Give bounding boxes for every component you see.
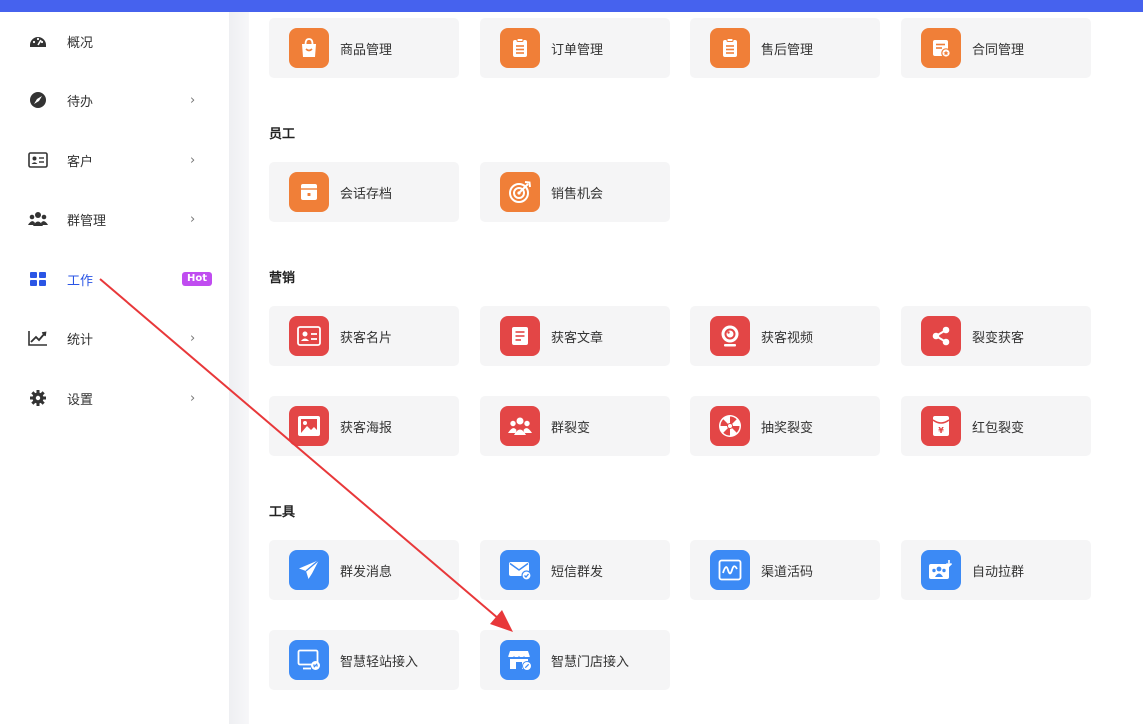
card-label: 自动拉群 (972, 564, 1025, 580)
prize-wheel-icon (710, 406, 750, 446)
card-aftersale-management[interactable]: 售后管理 (690, 18, 880, 78)
card-mass-message[interactable]: 群发消息 (269, 540, 459, 600)
card-label: 短信群发 (551, 564, 604, 580)
contact-card-icon (28, 150, 48, 170)
card-label: 获客视频 (761, 330, 814, 346)
chevron-right-icon: › (190, 330, 196, 346)
chevron-right-icon: › (190, 152, 196, 168)
card-sms-broadcast[interactable]: 短信群发 (480, 540, 670, 600)
sidebar-item-customers[interactable]: 客户 › (0, 140, 229, 180)
hot-badge: Hot (182, 272, 213, 286)
card-smart-store-access[interactable]: 智慧门店接入 (480, 630, 670, 690)
card-label: 售后管理 (761, 42, 814, 58)
card-label: 获客文章 (551, 330, 604, 346)
card-customer-poster[interactable]: 获客海报 (269, 396, 459, 456)
sidebar-item-group-management[interactable]: 群管理 › (0, 199, 229, 239)
card-label: 合同管理 (972, 42, 1025, 58)
dashboard-gauge-icon (28, 31, 48, 51)
sidebar-item-settings[interactable]: 设置 › (0, 378, 229, 418)
card-label: 销售机会 (551, 186, 604, 202)
target-icon (500, 172, 540, 212)
sidebar-item-label: 群管理 (67, 213, 107, 229)
card-order-management[interactable]: 订单管理 (480, 18, 670, 78)
storefront-icon (500, 640, 540, 680)
main-content (249, 12, 1143, 724)
card-lottery-fission[interactable]: 抽奖裂变 (690, 396, 880, 456)
svg-text:¥: ¥ (938, 426, 944, 435)
card-label: 抽奖裂变 (761, 420, 814, 436)
wave-code-icon (710, 550, 750, 590)
shopping-bag-icon (289, 28, 329, 68)
group-people-icon (500, 406, 540, 446)
sidebar-item-work[interactable]: 工作 Hot (0, 259, 229, 299)
card-label: 智慧门店接入 (551, 654, 630, 670)
card-red-packet-fission[interactable]: ¥ 红包裂变 (901, 396, 1091, 456)
card-label: 会话存档 (340, 186, 393, 202)
group-people-icon (28, 209, 48, 229)
sidebar-item-todo[interactable]: 待办 › (0, 80, 229, 120)
grid-apps-icon (28, 269, 48, 289)
clipboard-icon (710, 28, 750, 68)
card-label: 获客名片 (340, 330, 393, 346)
card-label: 获客海报 (340, 420, 393, 436)
webcam-icon (710, 316, 750, 356)
sidebar-item-overview[interactable]: 概况 (0, 21, 229, 61)
article-document-icon (500, 316, 540, 356)
sidebar-shadow (229, 12, 249, 724)
gear-icon (28, 388, 48, 408)
card-smart-site-access[interactable]: 智慧轻站接入 (269, 630, 459, 690)
card-sales-opportunity[interactable]: 销售机会 (480, 162, 670, 222)
business-card-icon (289, 316, 329, 356)
paper-plane-icon (289, 550, 329, 590)
chevron-right-icon: › (190, 92, 196, 108)
sidebar-item-statistics[interactable]: 统计 › (0, 318, 229, 358)
chevron-right-icon: › (190, 211, 196, 227)
card-customer-article[interactable]: 获客文章 (480, 306, 670, 366)
sidebar-item-label: 工作 (67, 273, 94, 289)
section-title-tools: 工具 (269, 505, 296, 520)
card-contract-management[interactable]: 合同管理 (901, 18, 1091, 78)
contract-document-icon (921, 28, 961, 68)
share-icon (921, 316, 961, 356)
card-label: 订单管理 (551, 42, 604, 58)
top-bar (0, 0, 1143, 12)
chevron-right-icon: › (190, 390, 196, 406)
clipboard-icon (500, 28, 540, 68)
archive-box-icon (289, 172, 329, 212)
sidebar-item-label: 待办 (67, 94, 94, 110)
card-label: 商品管理 (340, 42, 393, 58)
card-auto-group-invite[interactable]: 自动拉群 (901, 540, 1091, 600)
line-chart-icon (28, 328, 48, 348)
card-group-fission[interactable]: 群裂变 (480, 396, 670, 456)
card-label: 红包裂变 (972, 420, 1025, 436)
card-label: 裂变获客 (972, 330, 1025, 346)
card-customer-video[interactable]: 获客视频 (690, 306, 880, 366)
section-title-marketing: 营销 (269, 271, 296, 286)
monitor-link-icon (289, 640, 329, 680)
card-fission-acquisition[interactable]: 裂变获客 (901, 306, 1091, 366)
compass-icon (28, 90, 48, 110)
card-label: 群发消息 (340, 564, 393, 580)
sidebar-item-label: 客户 (67, 154, 94, 170)
card-label: 智慧轻站接入 (340, 654, 419, 670)
sidebar-item-label: 统计 (67, 332, 94, 348)
envelope-icon (500, 550, 540, 590)
section-title-staff: 员工 (269, 127, 296, 142)
red-packet-icon: ¥ (921, 406, 961, 446)
sidebar-item-label: 设置 (67, 392, 94, 408)
card-customer-card[interactable]: 获客名片 (269, 306, 459, 366)
card-chat-archive[interactable]: 会话存档 (269, 162, 459, 222)
image-poster-icon (289, 406, 329, 446)
card-label: 群裂变 (551, 420, 591, 436)
card-channel-live-code[interactable]: 渠道活码 (690, 540, 880, 600)
group-invite-icon (921, 550, 961, 590)
card-label: 渠道活码 (761, 564, 814, 580)
sidebar-item-label: 概况 (67, 35, 94, 51)
card-goods-management[interactable]: 商品管理 (269, 18, 459, 78)
